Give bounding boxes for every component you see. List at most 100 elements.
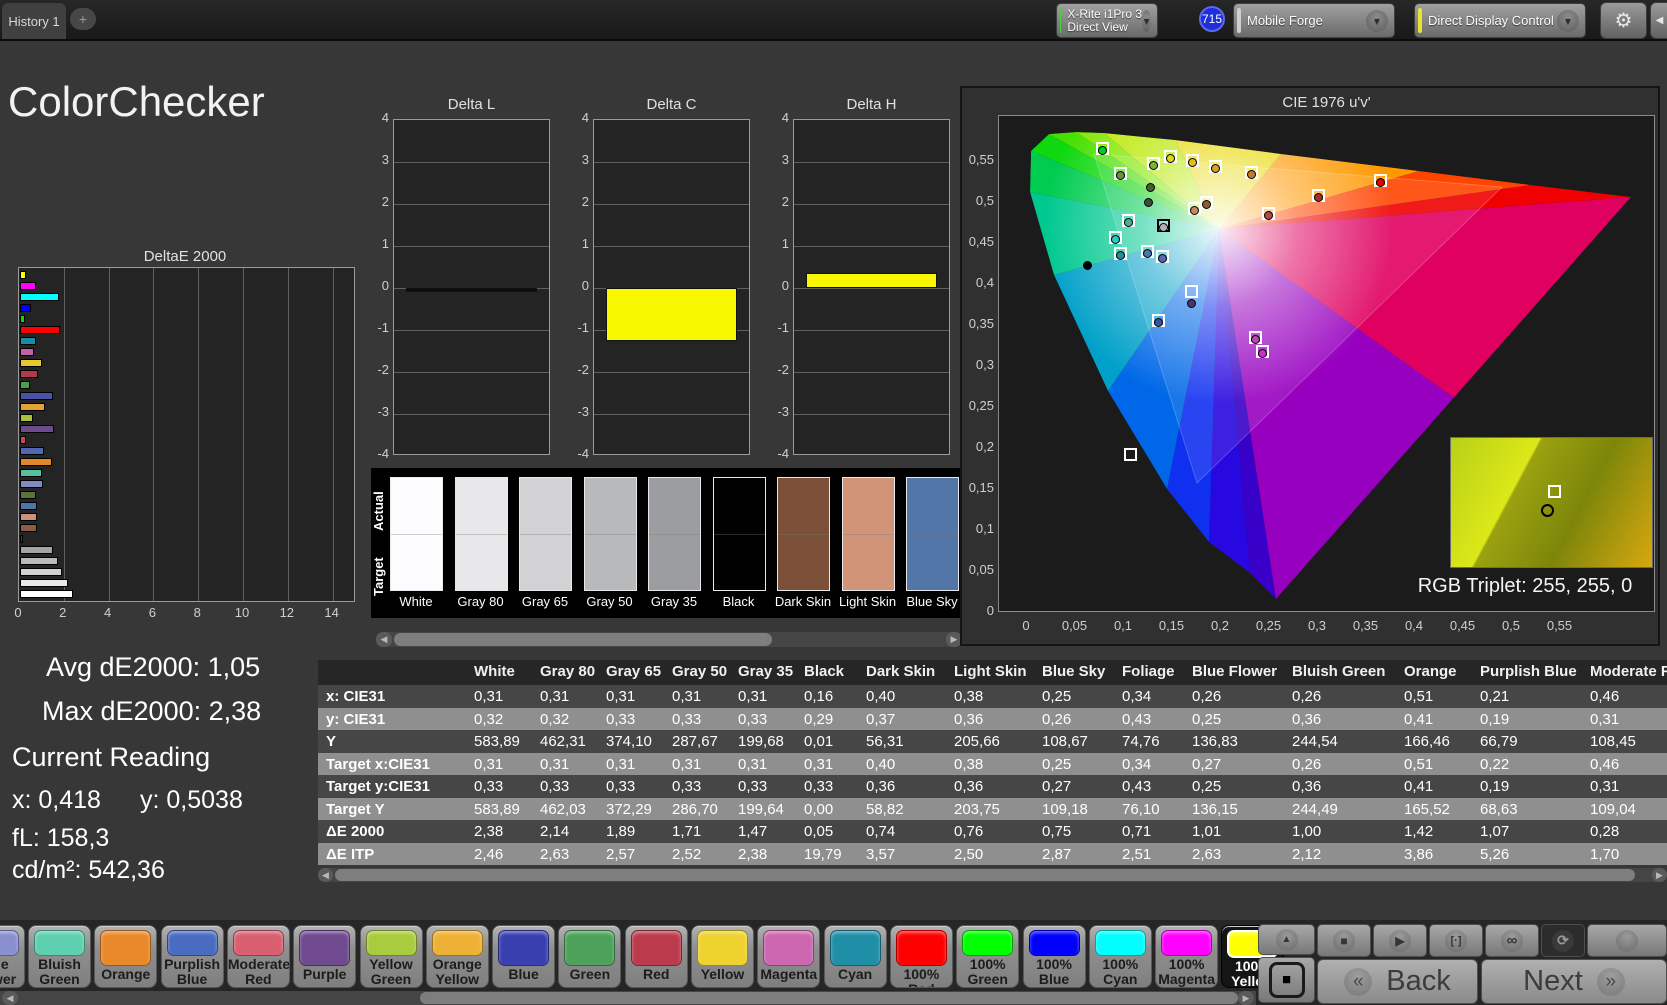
- max-de2000: Max dE2000: 2,38: [42, 696, 262, 726]
- cie-point-gray-cluster-measured: [1158, 222, 1168, 232]
- column-header: [318, 660, 466, 685]
- swatch-split: [907, 534, 958, 535]
- scroll-left-icon[interactable]: ◀: [2, 991, 18, 1005]
- y-tick-label: 1: [781, 236, 789, 251]
- patch-scrollbar[interactable]: ◀ ▶: [0, 991, 1256, 1005]
- de-bar-100-green: [20, 315, 26, 323]
- patch-button-magenta[interactable]: Magenta: [757, 925, 821, 988]
- pattern-window-button[interactable]: ■: [1258, 957, 1315, 1003]
- cell: 0,33: [738, 710, 768, 728]
- pattern-mode-button[interactable]: [·]: [1429, 924, 1483, 957]
- chevron-down-icon: ▼: [1142, 9, 1151, 32]
- patch-button-orange[interactable]: Orange: [94, 925, 158, 988]
- swatch-label: Gray 80: [457, 594, 504, 609]
- back-button[interactable]: « Back: [1317, 959, 1478, 1004]
- cell: 0,38: [954, 755, 984, 773]
- y-tick-label: 2: [381, 194, 389, 209]
- swatch-scrollbar-thumb[interactable]: [394, 633, 772, 646]
- cell: 0,51: [1404, 755, 1434, 773]
- cell: 3,86: [1404, 845, 1434, 863]
- collapse-panel-button[interactable]: ◀: [1650, 2, 1667, 39]
- patch-button-100-magenta[interactable]: 100% Magenta: [1155, 925, 1219, 988]
- patch-label: Orange Yellow: [432, 956, 482, 987]
- cell: 0,31: [804, 755, 834, 773]
- cell: 0,29: [804, 710, 834, 728]
- cie-y-tick: 0,25: [968, 398, 994, 413]
- y-tick-label: -3: [777, 404, 789, 419]
- cell: 0,33: [672, 710, 702, 728]
- cell: 0,31: [1590, 710, 1620, 728]
- continuous-read-button[interactable]: ∞: [1485, 924, 1539, 957]
- table-scrollbar[interactable]: ◀ ▶: [318, 868, 1667, 882]
- next-chevrons-icon: »: [1605, 970, 1617, 992]
- row-label: y: CIE31: [326, 710, 386, 728]
- reading-fl: fL: 158,3: [12, 824, 110, 852]
- patch-button-orange-yellow[interactable]: Orange Yellow: [425, 925, 489, 988]
- table-row: Target x:CIE31 0,31 0,31 0,31 0,31 0,31 0,31 0,…: [318, 752, 1667, 775]
- cell: 0,36: [1292, 710, 1322, 728]
- de-bar-blue: [20, 392, 54, 400]
- patch-button-moderate-red[interactable]: Moderate Red: [226, 925, 290, 988]
- cell: 0,33: [738, 778, 768, 795]
- loop-button[interactable]: ⟳: [1541, 924, 1585, 957]
- patch-button-purple[interactable]: Purple: [293, 925, 357, 988]
- page-up-button[interactable]: ▲: [1258, 924, 1315, 955]
- y-tick-label: 0: [581, 278, 589, 293]
- patch-button-100-red[interactable]: 100% Red: [889, 925, 953, 988]
- patch-button-green[interactable]: Green: [558, 925, 622, 988]
- table-header-row: White Gray 80 Gray 65 Gray 50 Gray 35 Black Da…: [318, 660, 1667, 685]
- cell: 203,75: [954, 800, 1000, 818]
- next-label: Next: [1523, 965, 1583, 997]
- patch-button-blue-flower[interactable]: BlueFlower: [0, 925, 25, 988]
- swatch-gray-65: [519, 477, 572, 591]
- column-header: White: [474, 663, 515, 680]
- patch-button-red[interactable]: Red: [624, 925, 688, 988]
- source-status-accent: [1237, 8, 1241, 33]
- patch-button-purplish-blue[interactable]: Purplish Blue: [160, 925, 224, 988]
- add-tab-button[interactable]: +: [70, 8, 96, 30]
- pattern-source-dropdown[interactable]: Mobile Forge ▼: [1233, 3, 1395, 38]
- tab-history-1[interactable]: History 1: [2, 3, 66, 39]
- row-label: Target y:CIE31: [326, 778, 430, 795]
- table-scrollbar-thumb[interactable]: [335, 869, 1635, 881]
- next-button[interactable]: Next »: [1481, 959, 1667, 1004]
- patch-button-yellow-green[interactable]: Yellow Green: [359, 925, 423, 988]
- stop-button[interactable]: ■: [1317, 924, 1371, 957]
- patch-scrollbar-thumb[interactable]: [420, 992, 1238, 1004]
- scroll-right-icon[interactable]: ▶: [1238, 991, 1254, 1005]
- gridline: [394, 372, 549, 373]
- pattern-icon: [·]: [1450, 934, 1462, 947]
- scroll-right-icon[interactable]: ▶: [1652, 868, 1667, 882]
- swatch-scrollbar[interactable]: ◀ ▶: [376, 632, 962, 647]
- swatch-split: [713, 534, 765, 535]
- patch-button-cyan[interactable]: Cyan: [823, 925, 887, 988]
- cell: 0,41: [1404, 778, 1434, 795]
- patch-button-100-cyan[interactable]: 100% Cyan: [1088, 925, 1152, 988]
- cie-zoom-inset: [1450, 437, 1653, 568]
- page-title: ColorChecker: [8, 78, 265, 125]
- pattern-source-label: Mobile Forge: [1247, 13, 1323, 28]
- settings-button[interactable]: ⚙: [1600, 2, 1647, 39]
- patch-button-blue[interactable]: Blue: [492, 925, 556, 988]
- de-bar-orange: [20, 458, 52, 466]
- patch-button-100-blue[interactable]: 100% Blue: [1022, 925, 1086, 988]
- current-reading-heading: Current Reading: [12, 742, 211, 772]
- patch-button-bluish-green[interactable]: Bluish Green: [28, 925, 91, 988]
- swatch-split: [842, 534, 894, 535]
- extra-button[interactable]: [1587, 924, 1667, 957]
- workflow-dropdown[interactable]: Direct Display Control ▼: [1414, 3, 1586, 38]
- gridline: [287, 268, 289, 601]
- swatch-split: [584, 534, 636, 535]
- patch-button-yellow[interactable]: Yellow: [691, 925, 754, 988]
- delta-l-chart: [393, 119, 550, 455]
- y-tick-label: 2: [581, 194, 589, 209]
- meter-dropdown[interactable]: X-Rite i1Pro 3 Direct View ▼: [1056, 3, 1158, 38]
- gridline: [394, 414, 549, 415]
- cell: 0,19: [1480, 778, 1510, 795]
- scroll-left-icon[interactable]: ◀: [376, 632, 392, 647]
- scroll-left-icon[interactable]: ◀: [318, 868, 333, 882]
- cell: 286,70: [672, 800, 718, 818]
- blank-icon: [1616, 929, 1638, 952]
- patch-button-100-green[interactable]: 100% Green: [956, 925, 1020, 988]
- play-button[interactable]: ▶: [1373, 924, 1427, 957]
